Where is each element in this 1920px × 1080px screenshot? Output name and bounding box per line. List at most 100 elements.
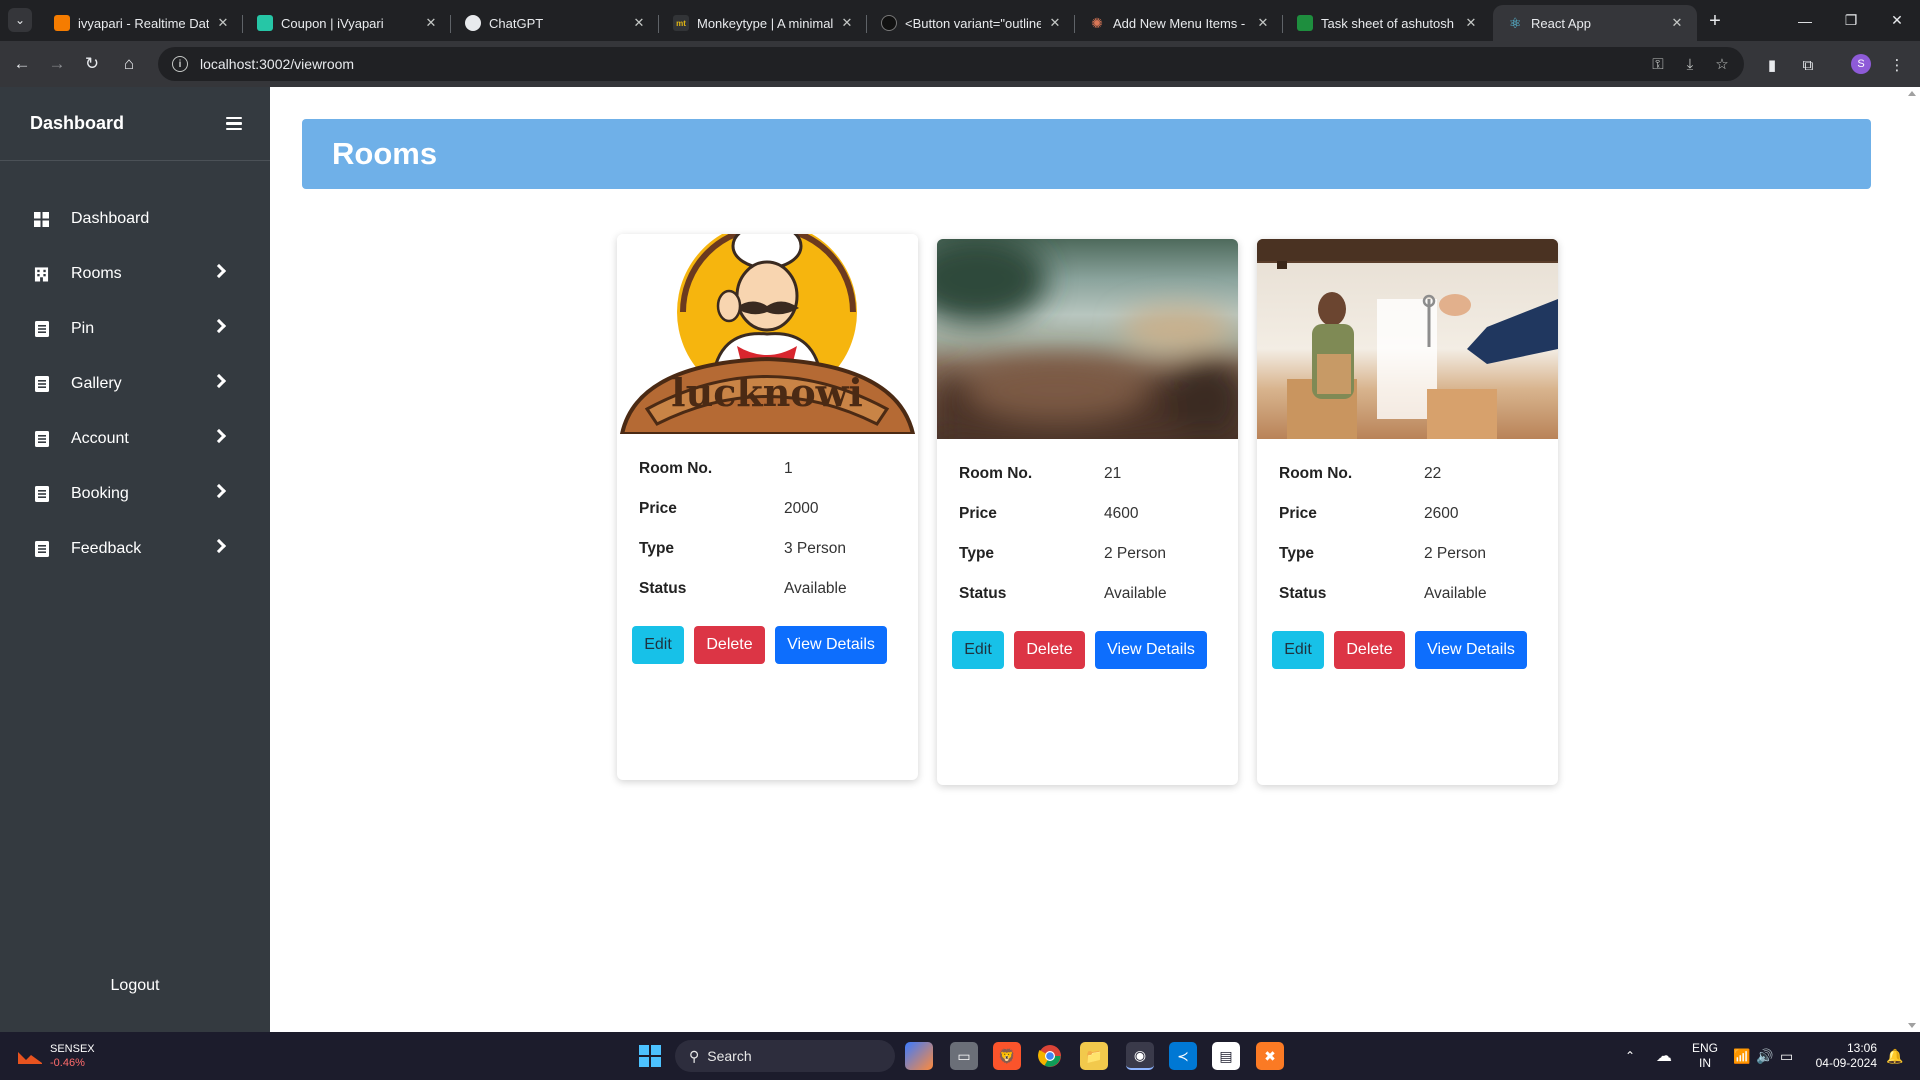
language-indicator[interactable]: ENG IN — [1692, 1032, 1718, 1080]
edit-button[interactable]: Edit — [1272, 631, 1324, 669]
window-close-icon[interactable]: ✕ — [1874, 0, 1920, 41]
reading-list-icon[interactable]: ▮ — [1760, 53, 1784, 77]
edit-button[interactable]: Edit — [952, 631, 1004, 669]
price-value: 2000 — [784, 500, 819, 517]
site-info-icon[interactable]: i — [172, 56, 188, 72]
restore-icon[interactable]: ❐ — [1828, 0, 1874, 41]
sidebar-item-rooms[interactable]: Rooms — [0, 254, 270, 294]
sidebar-item-account[interactable]: Account — [0, 419, 270, 459]
sidebar-item-feedback[interactable]: Feedback — [0, 529, 270, 569]
password-key-icon[interactable]: ⚿ — [1648, 54, 1668, 74]
scroll-down-arrow-icon[interactable] — [1908, 1023, 1916, 1028]
install-app-icon[interactable]: ⤓ — [1680, 54, 1700, 74]
volume-icon[interactable]: 🔊 — [1756, 1032, 1773, 1080]
bookmark-star-icon[interactable]: ☆ — [1712, 54, 1732, 74]
stock-name: SENSEX — [50, 1043, 95, 1055]
room-image-keys — [1257, 239, 1558, 439]
room-number-value: 21 — [1104, 465, 1122, 482]
onedrive-cloud-icon[interactable]: ☁ — [1656, 1032, 1672, 1080]
v0-icon — [881, 15, 897, 31]
sidebar-item-label: Dashboard — [71, 210, 150, 227]
building-icon — [34, 267, 49, 282]
sidebar-item-dashboard[interactable]: Dashboard — [0, 199, 270, 239]
close-tab-icon[interactable]: ✕ — [1463, 15, 1479, 31]
windows-start-icon[interactable] — [636, 1042, 664, 1070]
browser-tab[interactable]: ivyapari - Realtime Datab ✕ — [40, 5, 243, 41]
xampp-icon[interactable]: ✖ — [1256, 1042, 1284, 1070]
google-sheets-icon — [1297, 15, 1313, 31]
browser-tab[interactable]: ✺ Add New Menu Items - C ✕ — [1075, 5, 1283, 41]
delete-button[interactable]: Delete — [694, 626, 765, 664]
stock-widget[interactable]: SENSEX -0.46% — [18, 1032, 95, 1080]
scroll-up-arrow-icon[interactable] — [1908, 91, 1916, 96]
minimize-icon[interactable]: — — [1782, 0, 1828, 41]
close-tab-icon[interactable]: ✕ — [1255, 15, 1271, 31]
clock-date: 04-09-2024 — [1815, 1056, 1877, 1070]
sidebar-item-booking[interactable]: Booking — [0, 474, 270, 514]
profile-avatar[interactable]: S — [1851, 54, 1871, 74]
close-tab-icon[interactable]: ✕ — [839, 15, 855, 31]
grid-icon — [34, 211, 49, 227]
chrome-icon[interactable] — [1036, 1042, 1064, 1070]
view-details-button[interactable]: View Details — [775, 626, 887, 664]
chatgpt-icon — [465, 15, 481, 31]
sidebar-item-label: Account — [71, 430, 129, 447]
close-tab-icon[interactable]: ✕ — [215, 15, 231, 31]
tray-chevron-up-icon[interactable]: ⌃ — [1625, 1032, 1635, 1080]
document-icon — [34, 321, 49, 337]
copilot-icon[interactable] — [905, 1042, 933, 1070]
delete-button[interactable]: Delete — [1334, 631, 1405, 669]
clock[interactable]: 13:06 04-09-2024 — [1812, 1032, 1877, 1080]
sidebar-item-label: Rooms — [71, 265, 122, 282]
sidebar-item-label: Feedback — [71, 540, 142, 557]
page-scrollbar[interactable] — [1904, 87, 1920, 1032]
browser-tab[interactable]: Coupon | iVyapari ✕ — [243, 5, 451, 41]
file-explorer-icon[interactable]: 📁 — [1080, 1042, 1108, 1070]
hamburger-menu-icon[interactable] — [226, 116, 242, 131]
browser-tab[interactable]: mt Monkeytype | A minimalis ✕ — [659, 5, 867, 41]
close-tab-icon[interactable]: ✕ — [1669, 15, 1685, 31]
new-tab-plus-icon[interactable]: + — [1703, 9, 1727, 33]
stock-change: -0.46% — [50, 1057, 85, 1069]
more-menu-icon[interactable]: ⋮ — [1885, 53, 1909, 77]
browser-tab[interactable]: ChatGPT ✕ — [451, 5, 659, 41]
extensions-icon[interactable]: ⧉ — [1796, 53, 1820, 77]
tab-search-chevron-icon[interactable]: ⌄ — [8, 8, 32, 32]
status-value: Available — [1424, 585, 1487, 602]
url-text[interactable]: localhost:3002/viewroom — [200, 56, 354, 72]
delete-button[interactable]: Delete — [1014, 631, 1085, 669]
browser-tab[interactable]: Task sheet of ashutosh - G ✕ — [1283, 5, 1491, 41]
price-row: Price 2000 — [639, 500, 819, 517]
wifi-icon[interactable]: 📶 — [1733, 1032, 1750, 1080]
close-tab-icon[interactable]: ✕ — [631, 15, 647, 31]
type-value: 2 Person — [1104, 545, 1167, 562]
vscode-icon[interactable]: ≺ — [1169, 1042, 1197, 1070]
back-arrow-icon[interactable]: ← — [8, 50, 36, 78]
claude-icon: ✺ — [1091, 14, 1103, 31]
home-icon[interactable]: ⌂ — [115, 50, 143, 78]
browser-tab-active[interactable]: ⚛ React App ✕ — [1493, 5, 1697, 41]
view-details-button[interactable]: View Details — [1095, 631, 1207, 669]
sidebar-item-label: Booking — [71, 485, 129, 502]
battery-icon[interactable]: ▭ — [1780, 1032, 1793, 1080]
chrome-active-icon[interactable]: ◉ — [1126, 1042, 1154, 1070]
taskbar-search-box[interactable]: ⚲ Search — [675, 1040, 895, 1072]
browser-toolbar: ← → ↻ ⌂ i localhost:3002/viewroom ⚿ ⤓ ☆ … — [0, 41, 1920, 87]
close-tab-icon[interactable]: ✕ — [1047, 15, 1063, 31]
sidebar-item-pin[interactable]: Pin — [0, 309, 270, 349]
notepad-icon[interactable]: ▤ — [1212, 1042, 1240, 1070]
logout-link[interactable]: Logout — [0, 977, 270, 995]
forward-arrow-icon[interactable]: → — [43, 50, 71, 78]
view-details-button[interactable]: View Details — [1415, 631, 1527, 669]
edit-button[interactable]: Edit — [632, 626, 684, 664]
search-icon: ⚲ — [689, 1047, 700, 1064]
browser-tab[interactable]: <Button variant="outline ✕ — [867, 5, 1075, 41]
reload-icon[interactable]: ↻ — [78, 50, 106, 78]
sidebar-item-gallery[interactable]: Gallery — [0, 364, 270, 404]
status-value: Available — [784, 580, 847, 597]
task-view-icon[interactable]: ▭ — [950, 1042, 978, 1070]
address-bar[interactable]: i localhost:3002/viewroom ⚿ ⤓ ☆ — [158, 47, 1744, 81]
brave-browser-icon[interactable]: 🦁 — [993, 1042, 1021, 1070]
notification-bell-icon[interactable]: 🔔 — [1886, 1032, 1903, 1080]
close-tab-icon[interactable]: ✕ — [423, 15, 439, 31]
